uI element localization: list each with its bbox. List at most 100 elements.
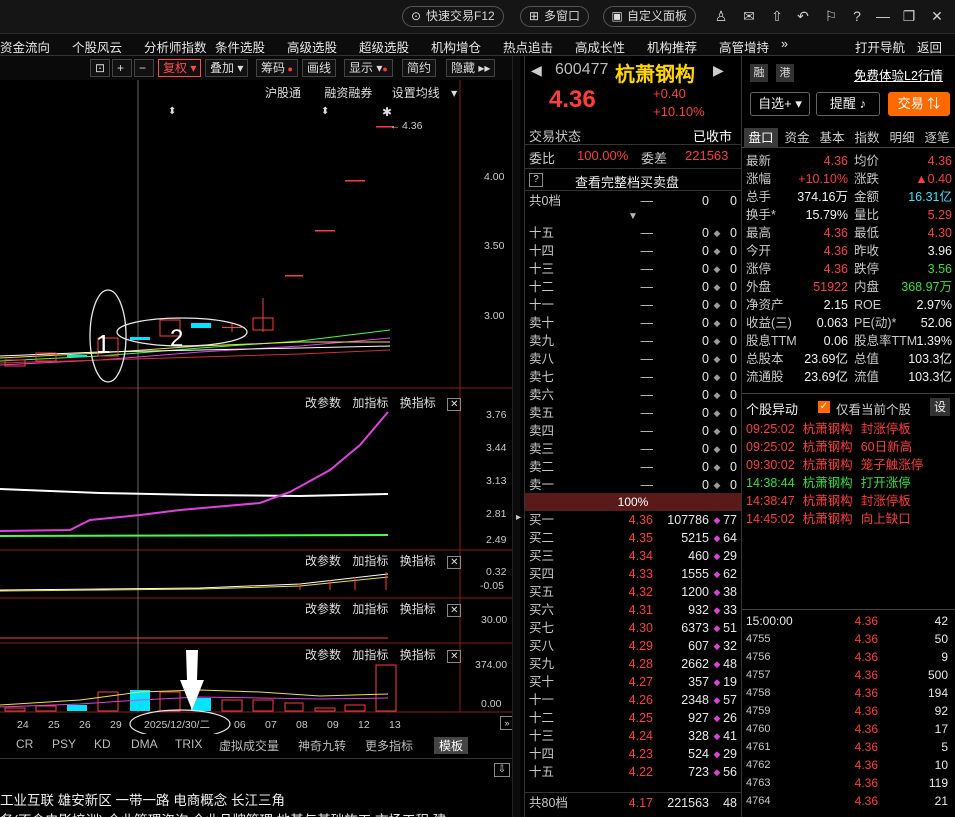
- link-margin[interactable]: 融资融券: [324, 86, 372, 100]
- restore-icon[interactable]: ❐: [900, 7, 918, 25]
- events-checkbox-label[interactable]: 仅看当前个股: [836, 399, 911, 418]
- draw-button[interactable]: 画线: [302, 59, 337, 77]
- switch-indicator-button[interactable]: 换指标: [400, 554, 436, 568]
- chart-area[interactable]: 4.00 3.50 3.00 ⬍ ⬍ ✱ ← 4.36 1 2 3.76 3.4…: [0, 80, 520, 740]
- ind2-axis-1: -0.05: [480, 580, 504, 592]
- change-params-button[interactable]: 改参数: [305, 602, 341, 616]
- link-hsgt[interactable]: 沪股通: [265, 86, 301, 100]
- sell-level-row: 十五 —0 ◆ 0: [525, 224, 741, 242]
- menu-institution-increase[interactable]: 机构增仓: [431, 37, 481, 56]
- multi-window-button[interactable]: ⊞ 多窗口: [520, 6, 590, 27]
- next-stock-icon[interactable]: ▶: [713, 62, 724, 79]
- tab-kd[interactable]: KD: [94, 737, 111, 751]
- menu-executive-holdings[interactable]: 高管增持: [719, 37, 769, 56]
- menu-back[interactable]: 返回: [917, 37, 942, 56]
- close-icon[interactable]: ✕: [447, 556, 462, 569]
- menu-analyst-index[interactable]: 分析师指数: [144, 37, 207, 56]
- menu-institution-recommend[interactable]: 机构推荐: [647, 37, 697, 56]
- alert-label: 提醒: [829, 96, 856, 111]
- add-indicator-button[interactable]: 加指标: [352, 602, 388, 616]
- tab-detail[interactable]: 明细: [885, 128, 919, 148]
- menu-hotspot[interactable]: 热点追击: [503, 37, 553, 56]
- download-icon[interactable]: ⇩: [494, 763, 510, 777]
- menu-condition-select[interactable]: 条件选股: [215, 37, 265, 56]
- add-indicator-button[interactable]: 加指标: [352, 554, 388, 568]
- tab-index[interactable]: 指数: [850, 128, 884, 148]
- tab-dma[interactable]: DMA: [131, 737, 158, 751]
- minimize-icon[interactable]: —: [874, 7, 892, 25]
- overlay-button[interactable]: 叠加 ▾: [205, 59, 249, 77]
- alert-button[interactable]: 提醒 ♪: [816, 92, 880, 116]
- sell-total-cnt: 0: [730, 194, 737, 208]
- link-ma-settings[interactable]: 设置均线: [392, 86, 440, 100]
- collapse-handle-icon[interactable]: ▸: [516, 512, 524, 536]
- events-settings-button[interactable]: 设: [930, 398, 950, 416]
- tab-psy[interactable]: PSY: [52, 737, 76, 751]
- trade-button[interactable]: 交易 ⇅: [888, 92, 950, 116]
- zoom-out-icon[interactable]: −: [134, 59, 154, 77]
- buy-level-row: 买十 4.27 357 ◆ 19: [525, 673, 741, 691]
- upload-icon[interactable]: ⇧: [768, 7, 786, 25]
- tab-funds[interactable]: 资金: [780, 128, 814, 148]
- expand-book-icon[interactable]: ▼: [625, 211, 641, 223]
- l2-trial-link[interactable]: 免费体验L2行情: [854, 65, 943, 84]
- menu-more[interactable]: »: [781, 37, 788, 51]
- close-icon[interactable]: ✕: [928, 7, 946, 25]
- tab-basic[interactable]: 基本: [815, 128, 849, 148]
- help-icon[interactable]: ?: [529, 173, 543, 187]
- tab-tick[interactable]: 逐笔: [920, 128, 954, 148]
- simple-button[interactable]: 简约: [402, 59, 437, 77]
- shirt-icon[interactable]: ⚐: [822, 7, 840, 25]
- sell-level-label: 卖二: [529, 460, 555, 474]
- display-button[interactable]: 显示 ▾●: [344, 59, 393, 77]
- checkbox-checked[interactable]: ✓: [818, 401, 830, 413]
- sell-level-row: 十三 —0 ◆ 0: [525, 260, 741, 278]
- tab-template[interactable]: 模板: [434, 737, 469, 754]
- tab-magic-nine[interactable]: 神奇九转: [298, 737, 346, 754]
- mail-icon[interactable]: ✉: [740, 7, 758, 25]
- close-icon[interactable]: ✕: [447, 604, 462, 617]
- tab-more-indicators[interactable]: 更多指标: [365, 737, 413, 754]
- buy-level-row: 买六 4.31 932 ◆ 33: [525, 601, 741, 619]
- tab-cr[interactable]: CR: [16, 737, 33, 751]
- menu-high-growth[interactable]: 高成长性: [575, 37, 625, 56]
- close-icon[interactable]: ✕: [447, 650, 462, 663]
- prev-stock-icon[interactable]: ◀: [531, 62, 542, 79]
- zoom-in-icon[interactable]: +: [112, 59, 132, 77]
- switch-indicator-button[interactable]: 换指标: [400, 602, 436, 616]
- menu-open-nav[interactable]: 打开导航: [855, 37, 905, 56]
- lock-icon[interactable]: ⊡: [90, 59, 110, 77]
- menu-stock-events[interactable]: 个股风云: [72, 37, 122, 56]
- buy-level-cnt: 41: [723, 729, 737, 743]
- chips-button[interactable]: 筹码 ●: [256, 59, 298, 77]
- margin-badge[interactable]: 融: [750, 64, 768, 82]
- watchlist-button[interactable]: 自选+ ▾: [750, 92, 810, 116]
- change-params-button[interactable]: 改参数: [305, 396, 341, 410]
- switch-indicator-button[interactable]: 换指标: [400, 396, 436, 410]
- tab-virtual-volume[interactable]: 虚拟成交量: [219, 737, 279, 754]
- menu-fund-flow[interactable]: 资金流向: [0, 37, 50, 56]
- full-book-link[interactable]: 查看完整档买卖盘: [575, 172, 679, 191]
- quote-value: 4.36: [823, 154, 848, 168]
- menu-advanced-select[interactable]: 高级选股: [287, 37, 337, 56]
- fuquan-button[interactable]: 复权 ▾: [158, 59, 202, 77]
- tab-quote[interactable]: 盘口: [744, 128, 778, 148]
- vertical-scrollbar[interactable]: [512, 56, 520, 817]
- change-params-button[interactable]: 改参数: [305, 648, 341, 662]
- change-params-button[interactable]: 改参数: [305, 554, 341, 568]
- hk-badge[interactable]: 港: [776, 64, 794, 82]
- back-icon[interactable]: ↶: [794, 7, 812, 25]
- tab-trix[interactable]: TRIX: [175, 737, 202, 751]
- menu-super-select[interactable]: 超级选股: [359, 37, 409, 56]
- close-icon[interactable]: ✕: [447, 398, 462, 411]
- help-icon[interactable]: ?: [848, 7, 866, 25]
- hide-button[interactable]: 隐藏 ▸▸: [446, 59, 496, 77]
- user-icon[interactable]: ♙: [712, 7, 730, 25]
- switch-indicator-button[interactable]: 换指标: [400, 648, 436, 662]
- quick-trade-button[interactable]: ⊙ 快速交易F12: [402, 6, 504, 27]
- add-indicator-button[interactable]: 加指标: [352, 396, 388, 410]
- custom-panel-button[interactable]: ▣ 自定义面板: [603, 6, 697, 27]
- date-label-10: 13: [389, 719, 401, 731]
- chevron-down-icon[interactable]: ▾: [448, 86, 457, 100]
- add-indicator-button[interactable]: 加指标: [352, 648, 388, 662]
